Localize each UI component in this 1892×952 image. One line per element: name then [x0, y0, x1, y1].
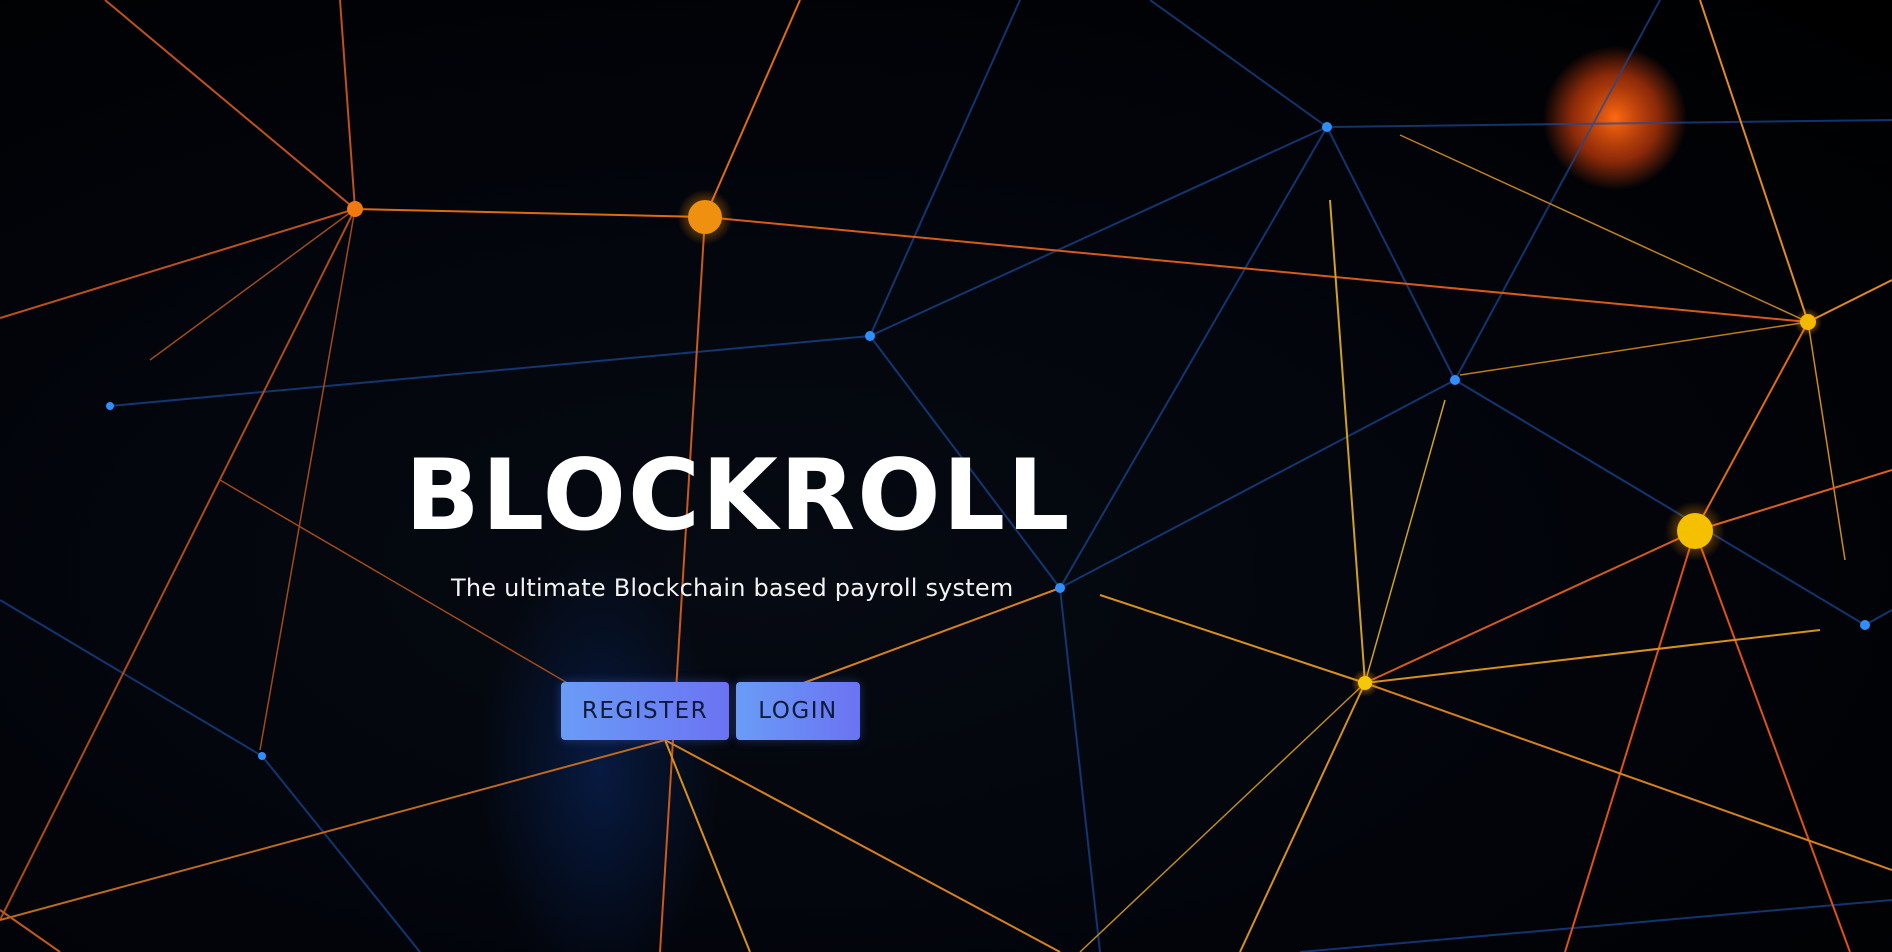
login-button[interactable]: LOGIN	[736, 682, 860, 740]
orange-bokeh-glow	[1543, 46, 1687, 190]
node-yellow-large	[1677, 513, 1713, 549]
hero-section: BLOCKROLL The ultimate Blockchain based …	[0, 0, 1892, 952]
hero-tagline: The ultimate Blockchain based payroll sy…	[451, 574, 1014, 602]
register-button[interactable]: REGISTER	[561, 682, 729, 740]
node-yellow-right	[1800, 314, 1816, 330]
brand-title: BLOCKROLL	[405, 439, 1072, 553]
node-orange-small	[347, 201, 363, 217]
node-orange-large	[688, 200, 722, 234]
node-yellow-small	[1358, 676, 1372, 690]
